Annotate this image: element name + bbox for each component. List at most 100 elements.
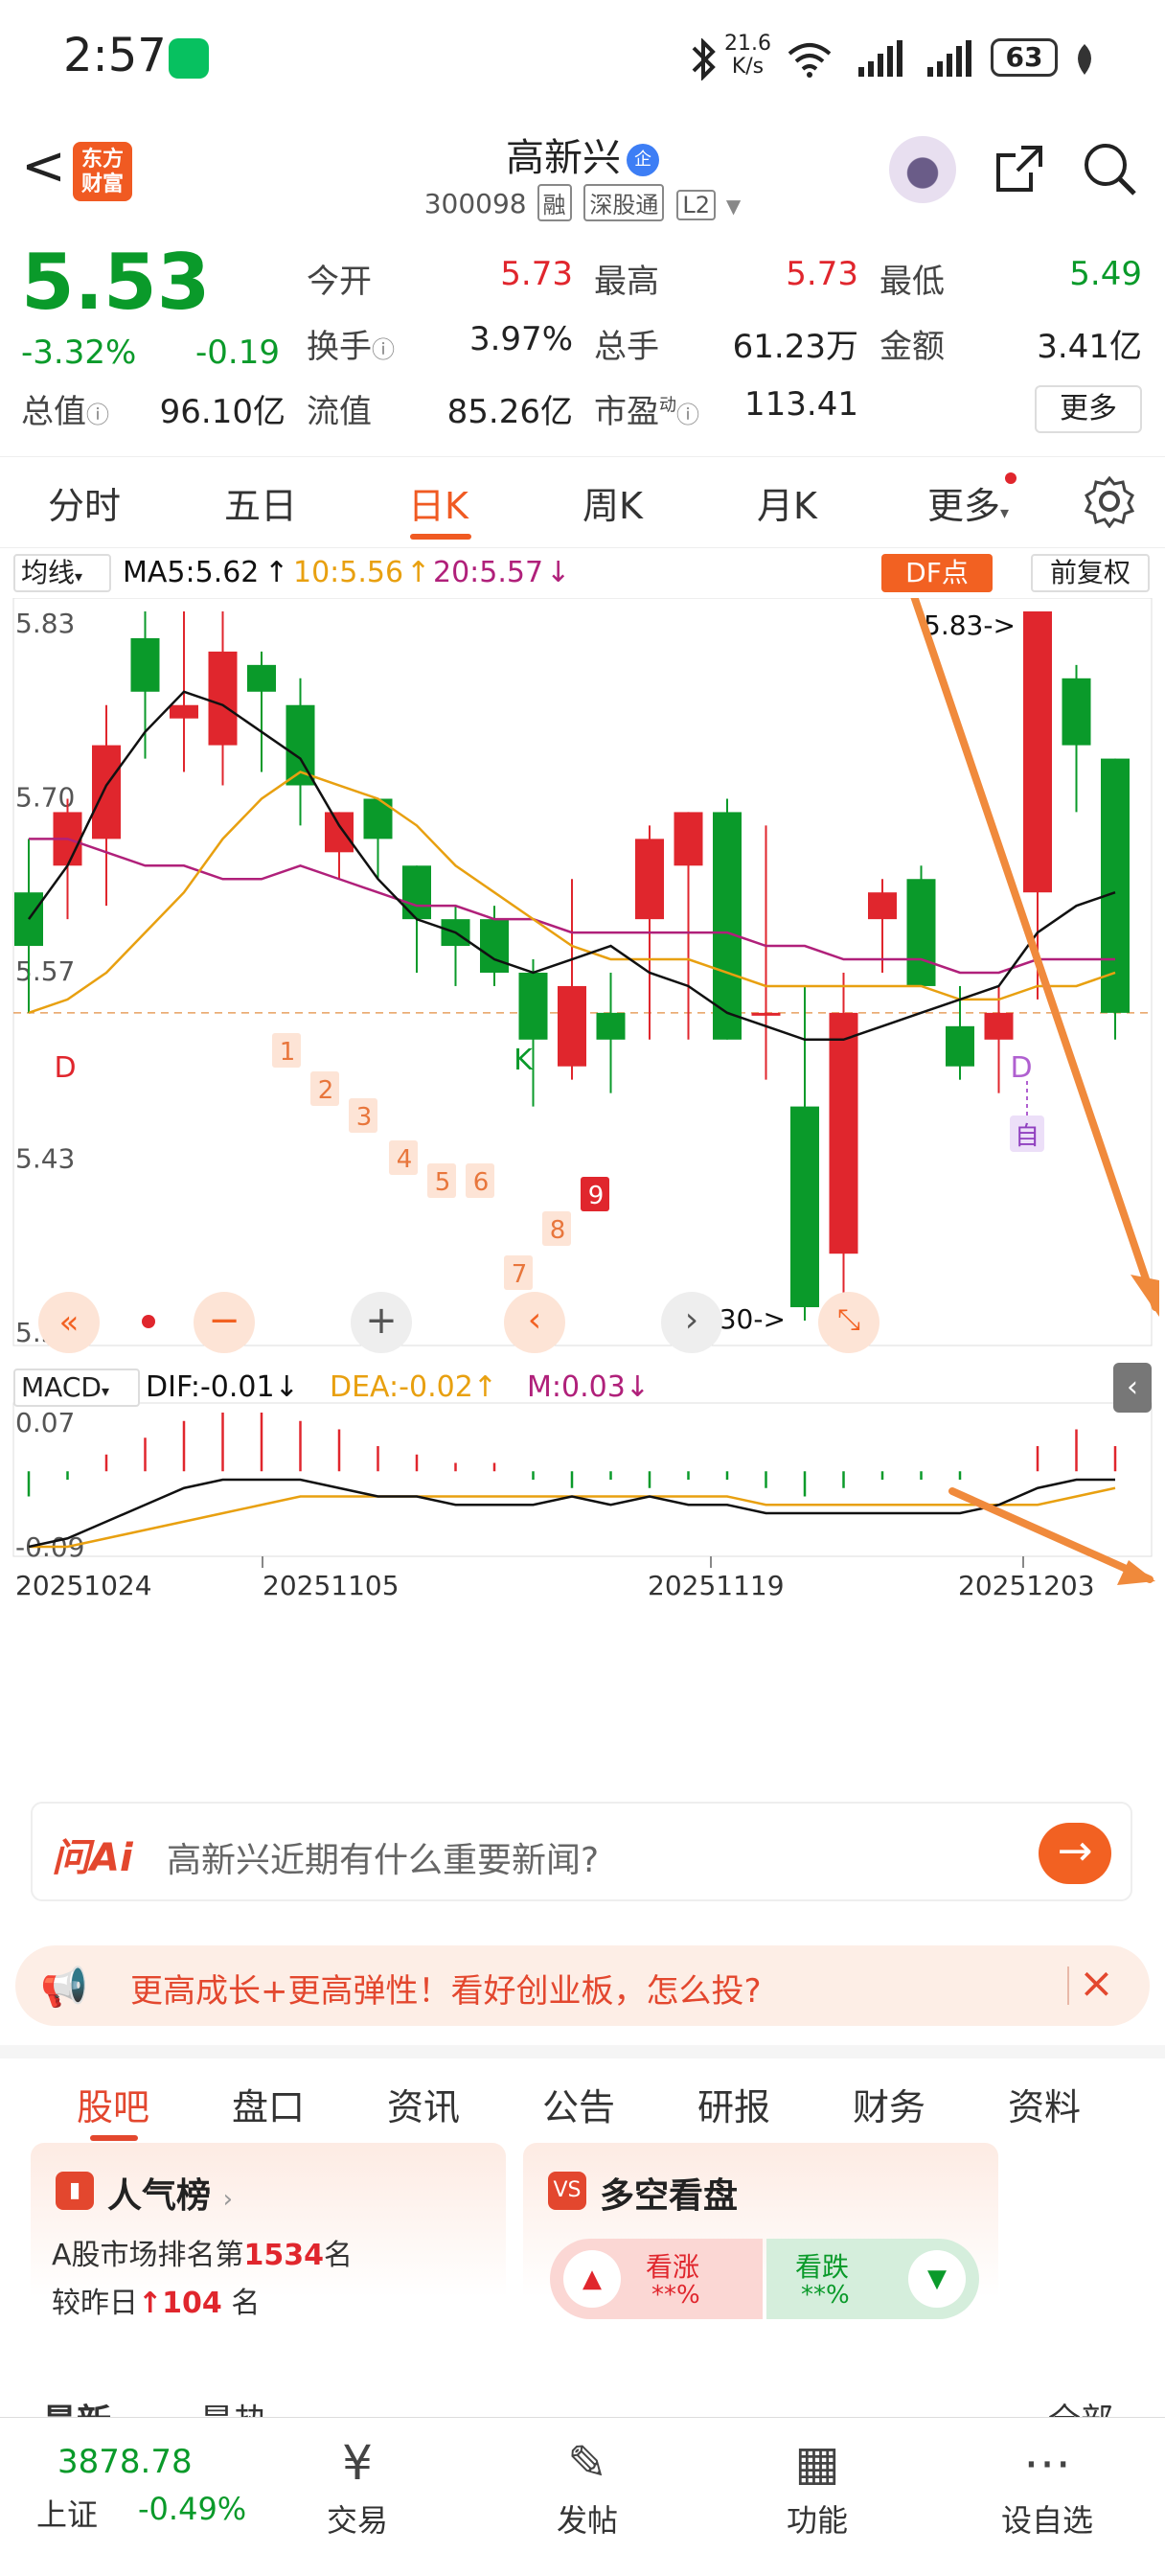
connect-tag: 深股通 xyxy=(583,184,665,221)
candle-body xyxy=(635,839,664,920)
nav-watchlist-label: 设自选 xyxy=(1000,2502,1093,2539)
bull-value: **% xyxy=(651,2281,700,2310)
rank-text: A股市场排名第1534名 xyxy=(52,2239,354,2272)
index-name[interactable]: 上证 xyxy=(36,2491,98,2535)
search-icon[interactable] xyxy=(1081,140,1138,197)
chevron-down-icon[interactable]: ▼ xyxy=(726,195,741,218)
kline-chart-area[interactable]: 均线▾ MA5:5.62 ↑ 10:5.56 ↑ 20:5.57 ↓ DF点 前… xyxy=(0,550,1165,1786)
new-dot xyxy=(1005,472,1017,484)
candle-body xyxy=(247,664,276,692)
float-cap-label: 流值 xyxy=(307,393,372,431)
scroll-right-button[interactable]: › xyxy=(661,1292,722,1353)
wechat-notification-icon xyxy=(169,38,209,79)
tab-order-book[interactable]: 盘口 xyxy=(232,2078,305,2130)
dif-label: DIF:-0.01↓ xyxy=(146,1370,299,1404)
turnover-label: 换手ⓘ xyxy=(307,328,395,366)
scroll-left-fast-button[interactable]: « xyxy=(38,1292,100,1353)
active-subtab-underline xyxy=(90,2135,138,2141)
index-change[interactable]: -0.49% xyxy=(138,2491,246,2527)
change-amount: -0.19 xyxy=(195,334,280,372)
tab-profile[interactable]: 资料 xyxy=(1008,2078,1081,2130)
net-speed-unit: K/s xyxy=(731,55,765,79)
bull-bear-card[interactable]: VS 多空看盘 ▲ 看涨 **% 看跌 **% ▼ xyxy=(523,2143,998,2363)
vs-icon: VS xyxy=(548,2172,586,2210)
zoom-in-button[interactable]: + xyxy=(351,1292,412,1353)
candle-body xyxy=(984,1012,1014,1040)
network-speed: 21.6 K/s xyxy=(724,33,771,79)
tab-announcements[interactable]: 公告 xyxy=(542,2078,615,2130)
candle-body xyxy=(325,812,354,853)
scroll-left-button[interactable]: ‹ xyxy=(504,1292,565,1353)
amount-value: 3.41亿 xyxy=(1037,328,1142,366)
sequence-marker: 5 xyxy=(435,1168,451,1197)
bear-button[interactable]: 看跌 **% ▼ xyxy=(766,2239,979,2319)
fullscreen-button[interactable]: ⤡ xyxy=(818,1292,879,1353)
tab-intraday[interactable]: 分时 xyxy=(48,476,121,529)
clock: 2:57 xyxy=(63,29,167,82)
stock-code: 300098 xyxy=(423,188,527,219)
candle-body xyxy=(518,972,548,1040)
indicator-select[interactable]: 均线▾ xyxy=(13,554,111,592)
adjust-button[interactable]: 前复权 xyxy=(1031,554,1150,592)
sequence-marker: 4 xyxy=(397,1145,413,1174)
sequence-marker: 8 xyxy=(550,1216,566,1245)
tab-daily-k[interactable]: 日K xyxy=(408,476,468,529)
sequence-marker: 9 xyxy=(588,1182,605,1210)
bear-label: 看跌 xyxy=(795,2251,850,2283)
more-quote-button[interactable]: 更多 xyxy=(1035,385,1142,433)
tab-financials[interactable]: 财务 xyxy=(853,2078,925,2130)
nav-post-label: 发帖 xyxy=(556,2502,618,2539)
grid-icon: ▦ xyxy=(794,2435,840,2491)
nav-watchlist[interactable]: ⋯ 设自选 xyxy=(975,2429,1119,2541)
ai-question-bar[interactable]: 问Ai 高新兴近期有什么重要新闻? → xyxy=(31,1802,1132,1901)
tab-monthly-k[interactable]: 月K xyxy=(757,476,817,529)
pe-label: 市盈动ⓘ xyxy=(594,393,699,431)
ma5-label: MA5:5.62 xyxy=(123,556,260,589)
kline-svg[interactable]: 5.835.705.575.435.305.83->5.30->12345678… xyxy=(0,598,1165,1786)
quote-panel: 5.53 -3.32% -0.19 今开 5.73 最高 5.73 最低 5.4… xyxy=(0,230,1165,450)
tab-more[interactable]: 更多▾ xyxy=(927,472,1017,529)
level2-tag[interactable]: L2 xyxy=(676,190,716,220)
price-tick-label: 5.70 xyxy=(15,782,75,814)
macd-select[interactable]: MACD▾ xyxy=(13,1368,140,1407)
nav-functions[interactable]: ▦ 功能 xyxy=(745,2429,889,2541)
high-label: 最高 xyxy=(594,263,659,301)
tab-research[interactable]: 研报 xyxy=(697,2078,770,2130)
tab-news[interactable]: 资讯 xyxy=(387,2078,460,2130)
popularity-card[interactable]: ▮ 人气榜 › A股市场排名第1534名 较昨日↑104 名 xyxy=(31,2143,506,2363)
bull-button[interactable]: ▲ 看涨 **% xyxy=(550,2239,763,2319)
settings-gear-icon[interactable] xyxy=(1083,474,1136,528)
promo-banner[interactable]: 📢 更高成长+更高弹性！看好创业板，怎么投? × xyxy=(15,1945,1150,2026)
nav-trade[interactable]: ¥ 交易 xyxy=(286,2429,429,2541)
low-value: 5.49 xyxy=(1069,255,1142,293)
change-percent: -3.32% xyxy=(21,334,137,372)
ma10-arrow: ↑ xyxy=(406,556,431,589)
df-point-button[interactable]: DF点 xyxy=(881,554,993,592)
turnover-value: 3.97% xyxy=(468,320,573,358)
float-cap-value: 85.26亿 xyxy=(446,393,573,431)
stock-title: 高新兴企 xyxy=(0,126,1165,182)
price-tick-label: 5.83 xyxy=(15,608,75,639)
date-axis-label: 20251105 xyxy=(263,1570,400,1601)
collapse-panel-button[interactable]: ‹ xyxy=(1113,1363,1152,1413)
ai-question-text[interactable]: 高新兴近期有什么重要新闻? xyxy=(167,1832,599,1882)
promo-text[interactable]: 更高成长+更高弹性！看好创业板，怎么投? xyxy=(130,1965,762,2012)
last-price: 5.53 xyxy=(21,238,211,327)
content-tabs: 股吧 盘口 资讯 公告 研报 财务 资料 xyxy=(0,2045,1165,2141)
nav-post[interactable]: ✎ 发帖 xyxy=(515,2429,659,2541)
zoom-out-button[interactable]: − xyxy=(194,1292,255,1353)
ma20-label: 20:5.57 xyxy=(433,556,544,589)
candle-body xyxy=(1101,758,1130,1013)
high-value: 5.73 xyxy=(786,255,858,293)
tab-five-day[interactable]: 五日 xyxy=(224,476,297,529)
candle-body xyxy=(170,704,198,719)
tab-weekly-k[interactable]: 周K xyxy=(582,476,643,529)
sequence-marker: 2 xyxy=(318,1076,334,1105)
index-value[interactable]: 3878.78 xyxy=(57,2443,193,2481)
open-value: 5.73 xyxy=(500,255,573,293)
close-banner-button[interactable]: × xyxy=(1079,1959,1114,2008)
tab-forum[interactable]: 股吧 xyxy=(77,2078,149,2130)
assistant-avatar[interactable] xyxy=(889,136,956,203)
share-icon[interactable] xyxy=(993,142,1046,196)
ai-go-button[interactable]: → xyxy=(1039,1823,1111,1884)
